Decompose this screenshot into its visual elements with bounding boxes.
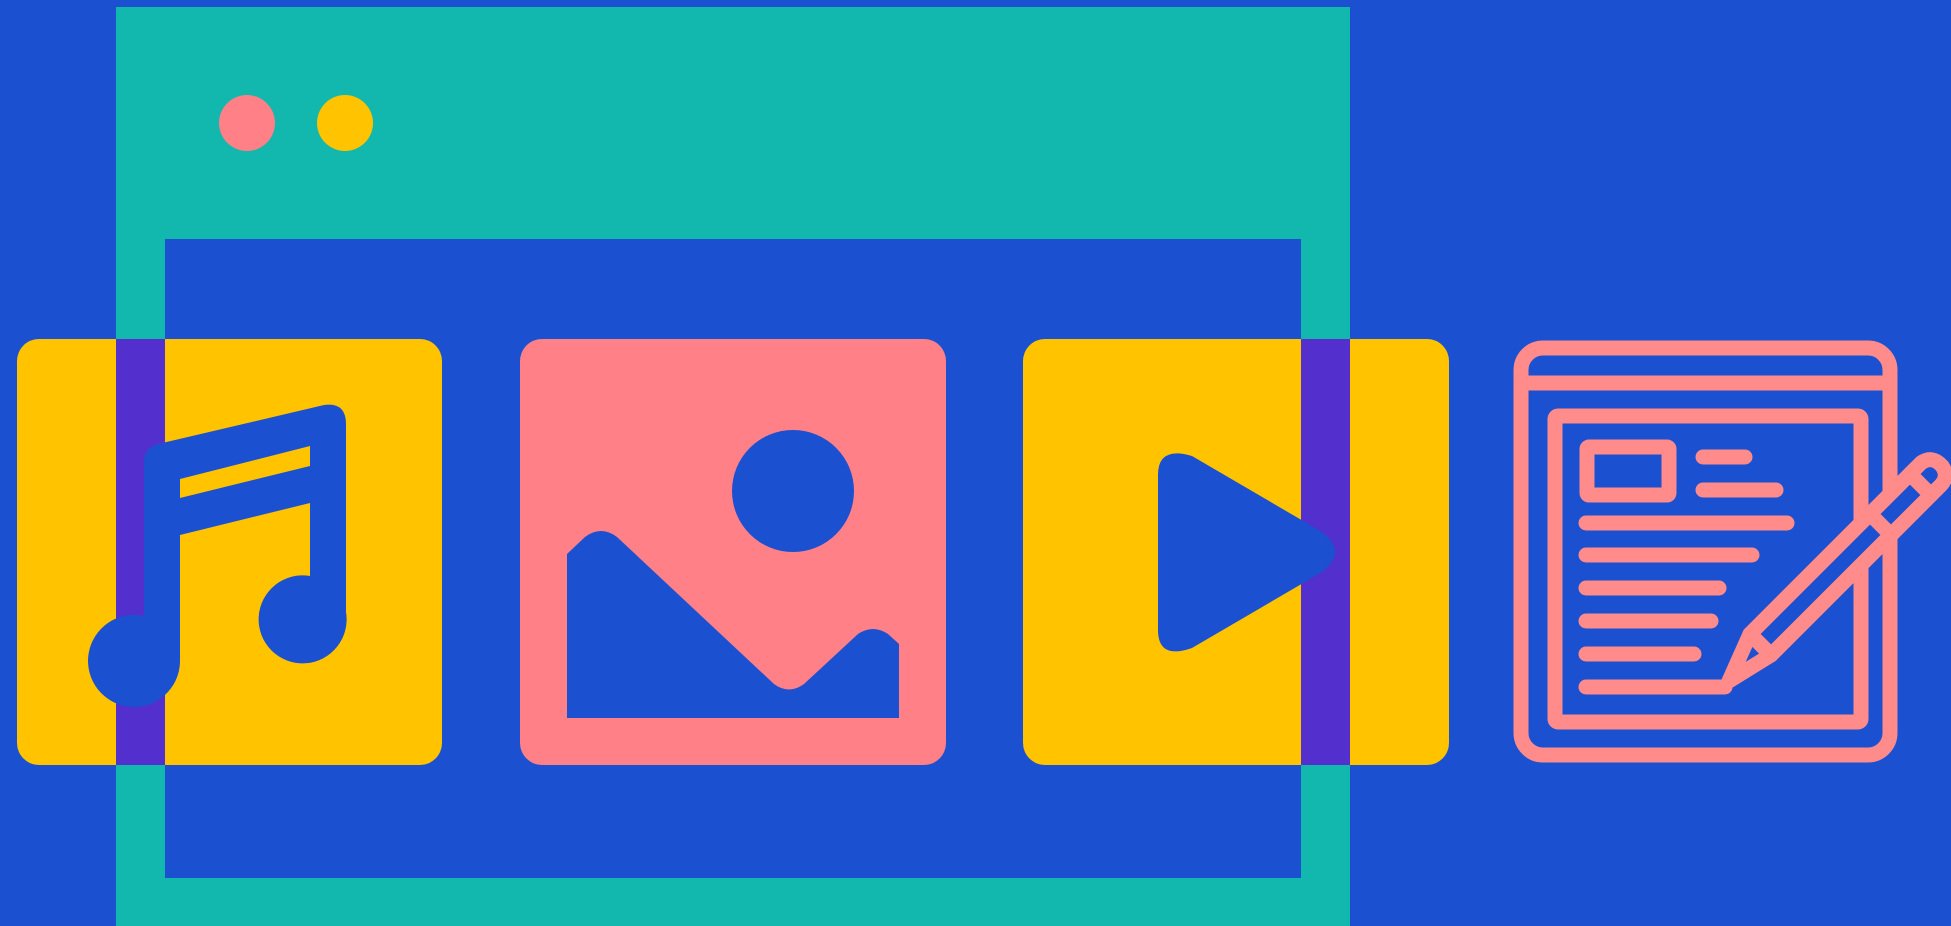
image-tile[interactable] bbox=[520, 339, 946, 765]
illustration-canvas bbox=[17, 7, 1951, 926]
music-tile[interactable] bbox=[17, 339, 442, 765]
minimize-dot[interactable] bbox=[317, 95, 373, 151]
maximize-dot[interactable] bbox=[415, 95, 471, 151]
video-tile[interactable] bbox=[1023, 339, 1449, 765]
close-dot[interactable] bbox=[219, 95, 275, 151]
document-edit-icon bbox=[1513, 340, 1951, 763]
